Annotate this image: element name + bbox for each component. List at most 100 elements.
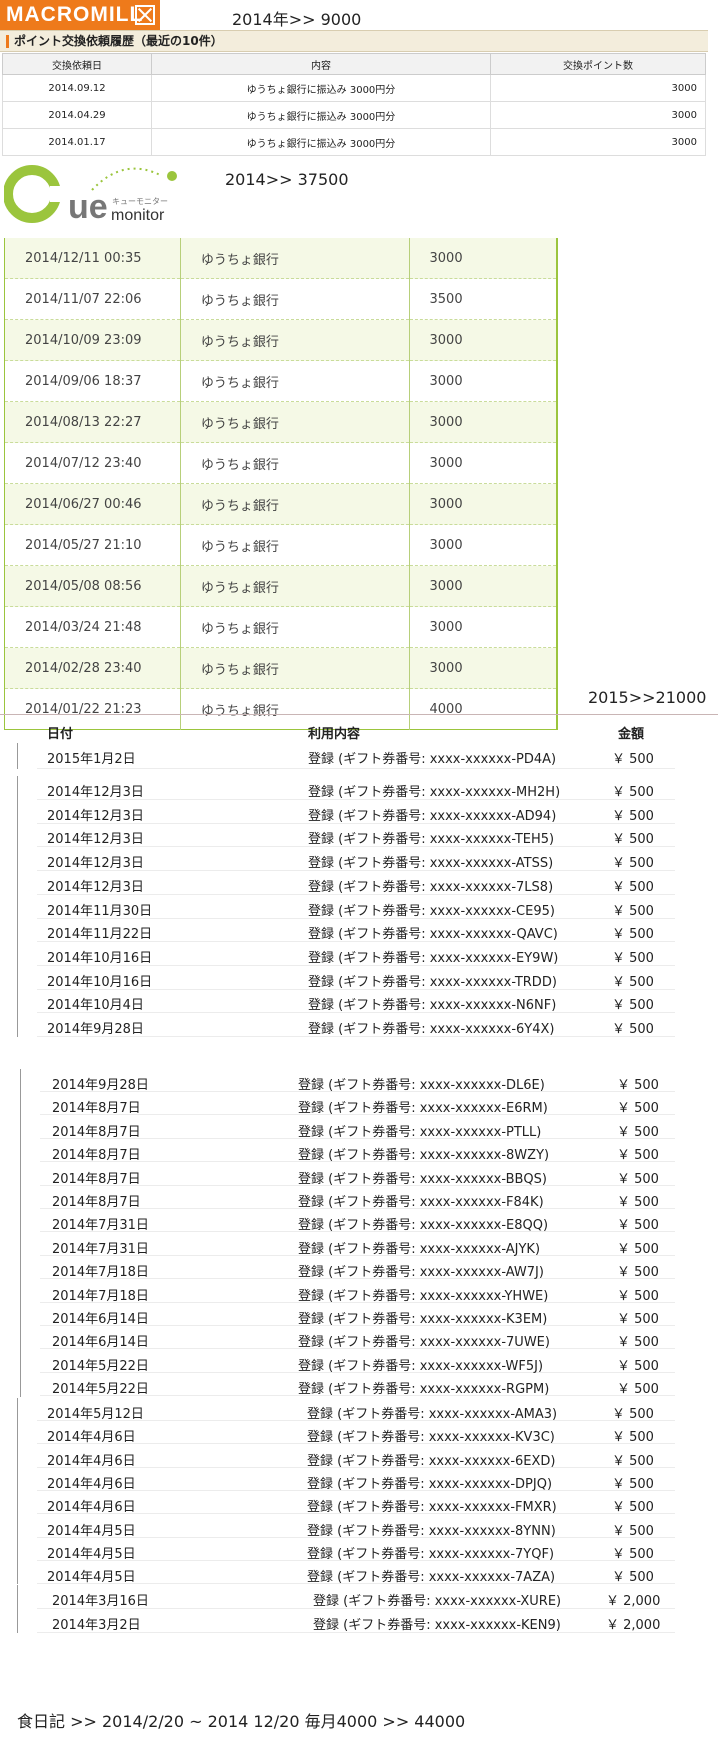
table-row: 2014年8月7日 登録 (ギフト券番号: xxxx-xxxxxx-E6RM) ￥ … [40, 1092, 675, 1116]
table-row: 2014年10月4日 登録 (ギフト券番号: xxxx-xxxxxx-N6NF) ￥… [37, 989, 675, 1013]
table-row: 2014年5月12日 登録 (ギフト券番号: xxxx-xxxxxx-AMA3) ￥… [37, 1398, 675, 1422]
row-desc: 登録 (ギフト券番号: xxxx-xxxxxx-BBQS) [298, 1172, 547, 1187]
table-row: 2014年4月5日 登録 (ギフト券番号: xxxx-xxxxxx-7AZA) ￥ … [37, 1561, 675, 1585]
table-row: 2014.04.29 ゆうちょ銀行に振込み 3000円分 3000 [2, 101, 706, 129]
row-date: 2014.01.17 [2, 128, 152, 156]
row-date: 2014.04.29 [2, 101, 152, 129]
table-row: 2014/03/24 21:48 ゆうちょ銀行 3000 [4, 606, 558, 648]
row-desc: 登録 (ギフト券番号: xxxx-xxxxxx-PTLL) [298, 1125, 542, 1140]
row-points: 3000 [490, 101, 706, 129]
row-desc: 登録 (ギフト券番号: xxxx-xxxxxx-DL6E) [298, 1078, 545, 1093]
row-amount: ￥ 500 [612, 1547, 654, 1562]
row-amount: ￥ 2,000 [606, 1618, 661, 1633]
table-row: 2014年4月6日 登録 (ギフト券番号: xxxx-xxxxxx-DPJQ) ￥ … [37, 1468, 675, 1492]
row-amount: ￥ 500 [612, 832, 654, 847]
row-amount: ￥ 500 [612, 752, 654, 767]
macromill-x-icon [135, 5, 155, 25]
row-points: 3000 [490, 128, 706, 156]
row-amount: 3000 [409, 647, 558, 689]
row-desc: 登録 (ギフト券番号: xxxx-xxxxxx-7UWE) [298, 1335, 550, 1350]
row-amount: ￥ 500 [612, 1500, 654, 1515]
row-date: 2014/08/13 22:27 [4, 401, 181, 443]
row-desc: 登録 (ギフト券番号: xxxx-xxxxxx-KV3C) [307, 1430, 555, 1445]
table-row: 2014/06/27 00:46 ゆうちょ銀行 3000 [4, 483, 558, 525]
macromill-table: 交換依頼日 内容 交換ポイント数 2014.09.12 ゆうちょ銀行に振込み 3… [2, 53, 706, 156]
row-amount: ￥ 500 [617, 1335, 659, 1350]
table-row: 2014/12/11 00:35 ゆうちょ銀行 3000 [4, 238, 558, 279]
table-row: 2014年4月5日 登録 (ギフト券番号: xxxx-xxxxxx-7YQF) ￥ … [37, 1538, 675, 1562]
gift-group-line [17, 776, 18, 1037]
row-date: 2014/09/06 18:37 [4, 360, 181, 402]
row-desc: 登録 (ギフト券番号: xxxx-xxxxxx-DPJQ) [307, 1477, 553, 1492]
row-date: 2014年4月6日 [47, 1454, 136, 1469]
table-row: 2014年12月3日 登録 (ギフト券番号: xxxx-xxxxxx-7LS8) ￥… [37, 871, 675, 895]
row-date: 2014/12/11 00:35 [4, 238, 181, 279]
row-date: 2014年3月2日 [52, 1618, 141, 1633]
table-row: 2014年12月3日 登録 (ギフト券番号: xxxx-xxxxxx-MH2H) ￥… [37, 776, 675, 800]
row-date: 2014/03/24 21:48 [4, 606, 181, 648]
row-date: 2014年5月22日 [52, 1359, 149, 1374]
row-date: 2014年9月28日 [47, 1022, 144, 1037]
row-desc: 登録 (ギフト券番号: xxxx-xxxxxx-KEN9) [313, 1618, 561, 1633]
row-desc: 登録 (ギフト券番号: xxxx-xxxxxx-EY9W) [308, 951, 559, 966]
row-amount: ￥ 500 [617, 1359, 659, 1374]
row-desc: 登録 (ギフト券番号: xxxx-xxxxxx-TRDD) [308, 975, 557, 990]
row-amount: 3000 [409, 565, 558, 607]
table-row: 2014年11月30日 登録 (ギフト券番号: xxxx-xxxxxx-CE95)… [37, 895, 675, 919]
gift-total: 2015>>21000 [588, 688, 707, 707]
row-date: 2014年4月5日 [47, 1547, 136, 1562]
table-row: 2014.09.12 ゆうちょ銀行に振込み 3000円分 3000 [2, 74, 706, 102]
cue-logo-kana: キューモニター [112, 197, 168, 206]
table-row: 2014年8月7日 登録 (ギフト券番号: xxxx-xxxxxx-PTLL) ￥ … [40, 1116, 675, 1140]
table-row: 2014年5月22日 登録 (ギフト券番号: xxxx-xxxxxx-RGPM) ￥… [40, 1373, 675, 1397]
row-amount: 3000 [409, 319, 558, 361]
row-desc: 登録 (ギフト券番号: xxxx-xxxxxx-7YQF) [307, 1547, 555, 1562]
row-date: 2014年4月6日 [47, 1500, 136, 1515]
row-desc: 登録 (ギフト券番号: xxxx-xxxxxx-WF5J) [298, 1359, 544, 1374]
table-row: 2014年6月14日 登録 (ギフト券番号: xxxx-xxxxxx-K3EM) ￥… [40, 1303, 675, 1327]
table-row: 2014年7月31日 登録 (ギフト券番号: xxxx-xxxxxx-E8QQ) ￥… [40, 1209, 675, 1233]
row-desc: 登録 (ギフト券番号: xxxx-xxxxxx-TEH5) [308, 832, 555, 847]
row-date: 2014年5月22日 [52, 1382, 149, 1397]
row-amount: ￥ 500 [617, 1312, 659, 1327]
table-row: 2014年12月3日 登録 (ギフト券番号: xxxx-xxxxxx-ATSS) ￥… [37, 847, 675, 871]
gift-col-date: 日付 [47, 727, 74, 742]
row-content: ゆうちょ銀行に振込み 3000円分 [151, 128, 491, 156]
row-date: 2014年7月31日 [52, 1242, 149, 1257]
table-row: 2015年1月2日 登録 (ギフト券番号: xxxx-xxxxxx-PD4A) ￥ … [37, 743, 675, 769]
row-date: 2014年4月5日 [47, 1524, 136, 1539]
row-desc: 登録 (ギフト券番号: xxxx-xxxxxx-CE95) [308, 904, 555, 919]
table-row: 2014年10月16日 登録 (ギフト券番号: xxxx-xxxxxx-TRDD)… [37, 966, 675, 990]
row-date: 2014年7月18日 [52, 1265, 149, 1280]
cue-logo-ue: ue [68, 188, 108, 226]
row-amount: ￥ 500 [612, 975, 654, 990]
cue-logo-dot [167, 171, 177, 181]
row-desc: 登録 (ギフト券番号: xxxx-xxxxxx-ATSS) [308, 856, 554, 871]
table-row: 2014年7月31日 登録 (ギフト券番号: xxxx-xxxxxx-AJYK) ￥… [40, 1233, 675, 1257]
row-amount: ￥ 500 [612, 1407, 654, 1422]
row-amount: ￥ 500 [617, 1148, 659, 1163]
row-amount: ￥ 500 [612, 998, 654, 1013]
row-date: 2014年3月16日 [52, 1594, 149, 1609]
table-row: 2014年12月3日 登録 (ギフト券番号: xxxx-xxxxxx-AD94) ￥… [37, 800, 675, 824]
row-desc: 登録 (ギフト券番号: xxxx-xxxxxx-RGPM) [298, 1382, 550, 1397]
macromill-total: 2014年>> 9000 [232, 10, 362, 29]
row-amount: ￥ 500 [612, 856, 654, 871]
row-amount: ￥ 500 [612, 785, 654, 800]
row-date: 2014/07/12 23:40 [4, 442, 181, 484]
row-desc: 登録 (ギフト券番号: xxxx-xxxxxx-8YNN) [307, 1524, 556, 1539]
col-content: 内容 [151, 53, 491, 75]
row-date: 2014年10月16日 [47, 975, 153, 990]
row-amount: ￥ 500 [612, 1477, 654, 1492]
row-date: 2014年11月22日 [47, 927, 153, 942]
table-row: 2014/02/28 23:40 ゆうちょ銀行 3000 [4, 647, 558, 689]
gift-col-amount: 金額 [618, 727, 645, 742]
row-amount: ￥ 500 [617, 1382, 659, 1397]
row-bank: ゆうちょ銀行 [180, 278, 410, 320]
row-bank: ゆうちょ銀行 [180, 360, 410, 402]
row-date: 2014年4月6日 [47, 1430, 136, 1445]
row-amount: ￥ 500 [617, 1265, 659, 1280]
row-date: 2014年12月3日 [47, 785, 144, 800]
row-desc: 登録 (ギフト券番号: xxxx-xxxxxx-8WZY) [298, 1148, 550, 1163]
macromill-logo: MACROMILL [0, 0, 160, 30]
